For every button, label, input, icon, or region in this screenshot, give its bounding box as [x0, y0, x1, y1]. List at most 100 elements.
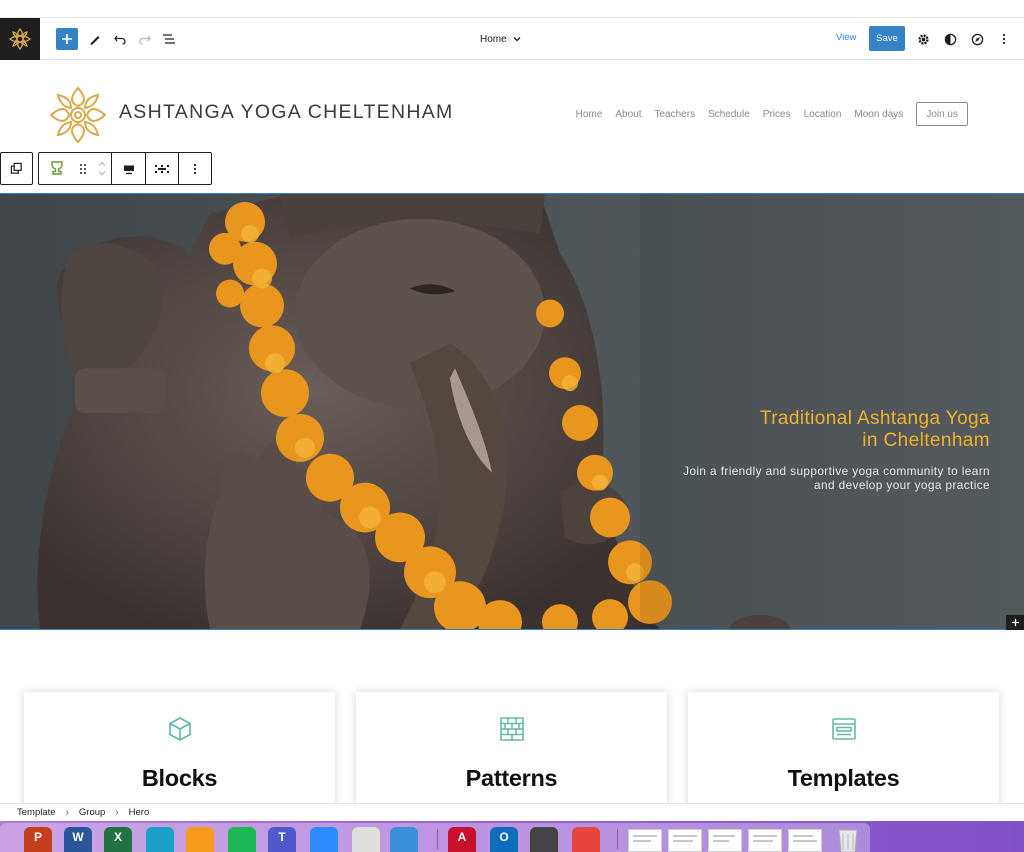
dock-app-glyph: W: [72, 830, 84, 844]
nav-item-moon-days[interactable]: Moon days: [854, 109, 903, 120]
dock-app-zoom[interactable]: [310, 827, 338, 852]
hero-heading[interactable]: Traditional Ashtanga Yoga in Cheltenham: [670, 408, 990, 452]
nav-item-home[interactable]: Home: [576, 109, 603, 120]
dock-app-roblox[interactable]: [352, 827, 380, 852]
editor-canvas: ASHTANGA YOGA CHELTENHAM Home About Teac…: [0, 60, 1024, 803]
dock-app-roblox-studio[interactable]: [390, 827, 418, 852]
hero-cover-block[interactable]: Traditional Ashtanga Yoga in Cheltenham …: [0, 193, 1024, 630]
join-us-button[interactable]: Join us: [916, 102, 968, 126]
dock-app-glyph: T: [278, 830, 286, 844]
more-vertical-icon: [1002, 33, 1006, 45]
dock-app-glyph: X: [113, 830, 122, 844]
card-blocks[interactable]: Blocks: [24, 692, 335, 803]
duplicate-icon: [10, 162, 22, 174]
dock-app-script-editor[interactable]: [530, 827, 558, 852]
dock-app-acrobat[interactable]: A: [448, 827, 476, 852]
styles-button[interactable]: [938, 27, 962, 51]
document-title: Home: [480, 33, 507, 45]
pencil-icon: [90, 36, 100, 45]
dock-app-teams[interactable]: T: [268, 827, 296, 852]
settings-button[interactable]: [911, 27, 935, 51]
dock-window-thumbnail[interactable]: [748, 829, 782, 852]
dock-app-chrome[interactable]: [572, 827, 600, 852]
align-icon: [123, 165, 134, 174]
breadcrumb-group[interactable]: Group: [79, 807, 105, 818]
chevron-right-icon: ›: [65, 807, 69, 818]
align-button[interactable]: [112, 153, 146, 184]
contrast-icon: [944, 33, 956, 45]
hero-subheading[interactable]: Join a friendly and supportive yoga comm…: [630, 464, 990, 492]
breadcrumb-template[interactable]: Template: [17, 807, 56, 818]
dock-app-spotify[interactable]: [228, 827, 256, 852]
dock-app-glyph: O: [499, 830, 509, 844]
dock-divider: [437, 829, 438, 849]
nav-item-prices[interactable]: Prices: [763, 109, 791, 120]
chevron-down-icon: [513, 37, 521, 42]
site-logo[interactable]: [49, 84, 107, 146]
nav-item-teachers[interactable]: Teachers: [655, 109, 696, 120]
dock-app-excel[interactable]: X: [104, 827, 132, 852]
select-parent-button[interactable]: [1, 153, 32, 184]
undo-icon: [114, 35, 126, 45]
list-view-icon: [163, 34, 175, 44]
nav-item-schedule[interactable]: Schedule: [708, 109, 750, 120]
dock-app-word[interactable]: W: [64, 827, 92, 852]
redo-button[interactable]: [133, 27, 157, 51]
dock-app-books[interactable]: [186, 827, 214, 852]
dock-window-thumbnail[interactable]: [708, 829, 742, 852]
mandala-logo-icon: [8, 27, 32, 51]
trash-icon[interactable]: [834, 826, 862, 852]
gear-icon: [917, 33, 929, 45]
dock-app-preview[interactable]: [146, 827, 174, 852]
dock-window-thumbnail[interactable]: [788, 829, 822, 852]
add-block-button[interactable]: [56, 28, 78, 50]
options-button[interactable]: [992, 27, 1016, 51]
full-width-button[interactable]: [146, 153, 179, 184]
dock-app-powerpoint[interactable]: P: [24, 827, 52, 852]
dock-window-thumbnail[interactable]: [628, 829, 662, 852]
template-layout-icon: [831, 718, 856, 740]
wordpress-site-editor: Home View Save ASHTANGA YOGA CHELTENHAM …: [0, 0, 1024, 852]
undo-button[interactable]: [108, 27, 132, 51]
move-up-icon[interactable]: [97, 160, 107, 167]
cube-icon: [168, 717, 191, 741]
dock-app-outlook[interactable]: O: [490, 827, 518, 852]
block-options-button[interactable]: [179, 153, 211, 184]
block-type-icon: [50, 160, 63, 175]
full-width-icon: [155, 164, 169, 173]
list-view-button[interactable]: [157, 27, 181, 51]
save-button[interactable]: Save: [869, 26, 905, 51]
nav-item-location[interactable]: Location: [804, 109, 842, 120]
card-templates[interactable]: Templates: [688, 692, 999, 803]
move-down-icon[interactable]: [97, 170, 107, 177]
hero-subheading-line-1: Join a friendly and supportive yoga comm…: [683, 464, 990, 478]
card-patterns[interactable]: Patterns: [356, 692, 667, 803]
card-title: Blocks: [141, 765, 218, 791]
dock-window-thumbnail[interactable]: [668, 829, 702, 852]
hero-heading-line-1: Traditional Ashtanga Yoga: [759, 408, 990, 429]
block-breadcrumb: Template › Group › Hero: [0, 803, 1024, 821]
editor-toolbar: Home View Save: [0, 18, 1024, 60]
breadcrumb-hero[interactable]: Hero: [129, 807, 150, 818]
dock-app-glyph: A: [457, 830, 467, 844]
tools-button[interactable]: [83, 27, 107, 51]
compass-icon: [971, 33, 983, 45]
site-title[interactable]: ASHTANGA YOGA CHELTENHAM: [119, 101, 454, 124]
site-navigation: Home About Teachers Schedule Prices Loca…: [576, 102, 968, 126]
navigation-button[interactable]: [965, 27, 989, 51]
brick-pattern-icon: [499, 717, 524, 741]
move-buttons: [92, 153, 112, 184]
block-inserter-button[interactable]: [1006, 615, 1024, 630]
nav-item-about[interactable]: About: [615, 109, 641, 120]
drag-handle[interactable]: [74, 153, 92, 184]
chevron-right-icon: ›: [115, 807, 119, 818]
view-button[interactable]: View: [836, 32, 856, 43]
hero-heading-line-2: in Cheltenham: [862, 430, 990, 451]
plus-icon: [62, 34, 72, 44]
document-title-dropdown[interactable]: Home: [480, 30, 522, 48]
dock-app-glyph: P: [33, 830, 42, 844]
site-icon-button[interactable]: [0, 18, 40, 60]
block-toolbar: [38, 152, 212, 185]
redo-icon: [139, 35, 151, 45]
block-type-button[interactable]: [39, 153, 74, 184]
